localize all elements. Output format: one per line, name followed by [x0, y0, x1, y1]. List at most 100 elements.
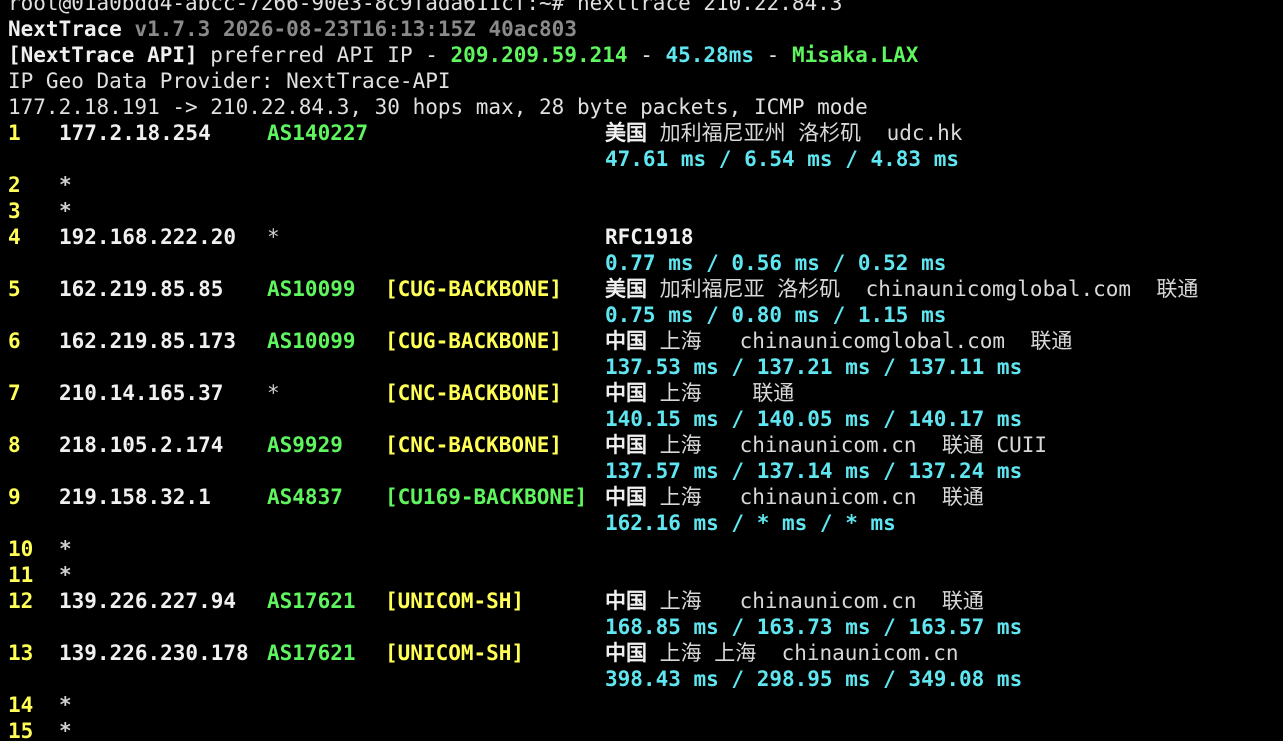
hop-geo: 中国 上海 上海 chinaunicom.cn — [605, 640, 959, 666]
hop-row: 13 139.226.230.178 AS17621 [UNICOM-SH] 中国 上海… — [8, 640, 1283, 666]
hop-number: 8 — [8, 433, 21, 457]
hop-asn: * — [267, 381, 280, 405]
hop-rtt-row: 47.61 ms / 6.54 ms / 4.83 ms — [8, 146, 1283, 172]
hop-row: 7 210.14.165.37 * [CNC-BACKBONE] 中国 上海 联通 — [8, 380, 1283, 406]
hop-geo-detail: 加利福尼亚州 洛杉矶 udc.hk — [647, 121, 963, 145]
hop-row: 15 * — [8, 718, 1283, 741]
geo-provider-line: IP Geo Data Provider: NextTrace-API — [8, 69, 451, 93]
hop-geo-country: RFC1918 — [605, 225, 694, 249]
terminal-window[interactable]: root@01a0bdd4-abcc-7266-90e3-8c9fada611c… — [0, 0, 1283, 741]
hop-rtt-row: 137.53 ms / 137.21 ms / 137.11 ms — [8, 354, 1283, 380]
hop-geo: RFC1918 — [605, 224, 694, 250]
hop-timeout: * — [59, 199, 72, 223]
hop-row: 2 * — [8, 172, 1283, 198]
hop-row: 14 * — [8, 692, 1283, 718]
version-line: NextTrace v1.7.3 2026-08-23T16:13:15Z 40… — [8, 16, 1283, 42]
hop-number: 7 — [8, 381, 21, 405]
hop-number: 3 — [8, 199, 21, 223]
api-label: [NextTrace API] — [8, 43, 198, 67]
hop-geo-detail: 上海 chinaunicom.cn 联通 — [647, 485, 984, 509]
hop-row: 3 * — [8, 198, 1283, 224]
hop-rtt: 0.75 ms / 0.80 ms / 1.15 ms — [605, 303, 947, 327]
prompt-line: root@01a0bdd4-abcc-7266-90e3-8c9fada611c… — [8, 0, 843, 15]
hop-geo-country: 中国 — [605, 329, 647, 353]
hop-row: 5 162.219.85.85 AS10099 [CUG-BACKBONE] 美国 加利… — [8, 276, 1283, 302]
hop-row: 10 * — [8, 536, 1283, 562]
hop-geo-detail: 上海 chinaunicom.cn 联通 CUII — [647, 433, 1048, 457]
hop-list: 1 177.2.18.254 AS140227 美国 加利福尼亚州 洛杉矶 udc.h… — [8, 120, 1283, 741]
hop-ip: 162.219.85.85 — [59, 277, 224, 301]
hop-geo-country: 美国 — [605, 121, 647, 145]
hop-rtt: 0.77 ms / 0.56 ms / 0.52 ms — [605, 251, 947, 275]
hop-geo-detail: 加利福尼亚 洛杉矶 chinaunicomglobal.com 联通 — [647, 277, 1199, 301]
hop-backbone-tag: [UNICOM-SH] — [385, 589, 525, 613]
hop-geo-country: 中国 — [605, 433, 647, 457]
api-latency: 45.28ms — [665, 43, 754, 67]
api-node: Misaka.LAX — [791, 43, 919, 67]
hop-backbone-tag: [CNC-BACKBONE] — [385, 381, 563, 405]
hop-rtt: 137.57 ms / 137.14 ms / 137.24 ms — [605, 459, 1023, 483]
hop-rtt: 47.61 ms / 6.54 ms / 4.83 ms — [605, 147, 960, 171]
hop-geo: 中国 上海 chinaunicom.cn 联通 CUII — [605, 432, 1047, 458]
trace-header-line: 177.2.18.191 -> 210.22.84.3, 30 hops max… — [8, 95, 868, 119]
hop-timeout: * — [59, 537, 72, 561]
api-ip: 209.209.59.214 — [450, 43, 628, 67]
hop-rtt: 162.16 ms / * ms / * ms — [605, 511, 896, 535]
hop-rtt-row: 137.57 ms / 137.14 ms / 137.24 ms — [8, 458, 1283, 484]
hop-number: 6 — [8, 329, 21, 353]
hop-backbone-tag: [UNICOM-SH] — [385, 641, 525, 665]
hop-row: 12 139.226.227.94 AS17621 [UNICOM-SH] 中国 上海 … — [8, 588, 1283, 614]
hop-geo-detail: 上海 chinaunicom.cn 联通 — [647, 589, 984, 613]
hop-number: 12 — [8, 589, 34, 613]
hop-asn: AS17621 — [267, 641, 356, 665]
hop-geo: 美国 加利福尼亚州 洛杉矶 udc.hk — [605, 120, 962, 146]
hop-geo-country: 美国 — [605, 277, 647, 301]
hop-ip: 162.219.85.173 — [59, 329, 237, 353]
api-line: [NextTrace API] preferred API IP - 209.2… — [8, 42, 1283, 68]
hop-timeout: * — [59, 719, 72, 741]
hop-row: 8 218.105.2.174 AS9929 [CNC-BACKBONE] 中国 上海 … — [8, 432, 1283, 458]
api-sep-2: - — [754, 43, 792, 67]
hop-row: 1 177.2.18.254 AS140227 美国 加利福尼亚州 洛杉矶 udc.h… — [8, 120, 1283, 146]
hop-row: 11 * — [8, 562, 1283, 588]
hop-asn: AS140227 — [267, 121, 369, 145]
hop-geo-country: 中国 — [605, 485, 647, 509]
hop-rtt: 168.85 ms / 163.73 ms / 163.57 ms — [605, 615, 1023, 639]
hop-rtt-row: 168.85 ms / 163.73 ms / 163.57 ms — [8, 614, 1283, 640]
hop-rtt: 137.53 ms / 137.21 ms / 137.11 ms — [605, 355, 1023, 379]
hop-rtt-row: 140.15 ms / 140.05 ms / 140.17 ms — [8, 406, 1283, 432]
hop-ip: 139.226.230.178 — [59, 641, 249, 665]
hop-asn: AS9929 — [267, 433, 343, 457]
hop-geo: 中国 上海 chinaunicom.cn 联通 — [605, 484, 984, 510]
hop-asn: AS10099 — [267, 277, 356, 301]
hop-ip: 177.2.18.254 — [59, 121, 211, 145]
hop-geo-country: 中国 — [605, 641, 647, 665]
hop-row: 4 192.168.222.20 * RFC1918 — [8, 224, 1283, 250]
terminal-output: root@01a0bdd4-abcc-7266-90e3-8c9fada611c… — [8, 0, 1283, 741]
hop-ip: 139.226.227.94 — [59, 589, 237, 613]
hop-timeout: * — [59, 563, 72, 587]
hop-number: 2 — [8, 173, 21, 197]
hop-number: 11 — [8, 563, 34, 587]
hop-asn: * — [267, 225, 280, 249]
hop-ip: 219.158.32.1 — [59, 485, 211, 509]
hop-row: 6 162.219.85.173 AS10099 [CUG-BACKBONE] 中国 上… — [8, 328, 1283, 354]
hop-backbone-tag: [CU169-BACKBONE] — [385, 485, 588, 509]
hop-rtt-row: 398.43 ms / 298.95 ms / 349.08 ms — [8, 666, 1283, 692]
hop-timeout: * — [59, 693, 72, 717]
app-name: NextTrace — [8, 17, 122, 41]
hop-geo-detail: 上海 chinaunicomglobal.com 联通 — [647, 329, 1073, 353]
hop-ip: 192.168.222.20 — [59, 225, 237, 249]
hop-backbone-tag: [CNC-BACKBONE] — [385, 433, 563, 457]
hop-asn: AS4837 — [267, 485, 343, 509]
hop-geo: 美国 加利福尼亚 洛杉矶 chinaunicomglobal.com 联通 — [605, 276, 1198, 302]
hop-geo: 中国 上海 chinaunicomglobal.com 联通 — [605, 328, 1072, 354]
hop-number: 5 — [8, 277, 21, 301]
hop-backbone-tag: [CUG-BACKBONE] — [385, 277, 563, 301]
hop-rtt-row: 162.16 ms / * ms / * ms — [8, 510, 1283, 536]
hop-geo-country: 中国 — [605, 589, 647, 613]
hop-ip: 210.14.165.37 — [59, 381, 224, 405]
hop-rtt: 398.43 ms / 298.95 ms / 349.08 ms — [605, 667, 1023, 691]
api-text: preferred API IP - — [197, 43, 451, 67]
hop-geo: 中国 上海 联通 — [605, 380, 794, 406]
